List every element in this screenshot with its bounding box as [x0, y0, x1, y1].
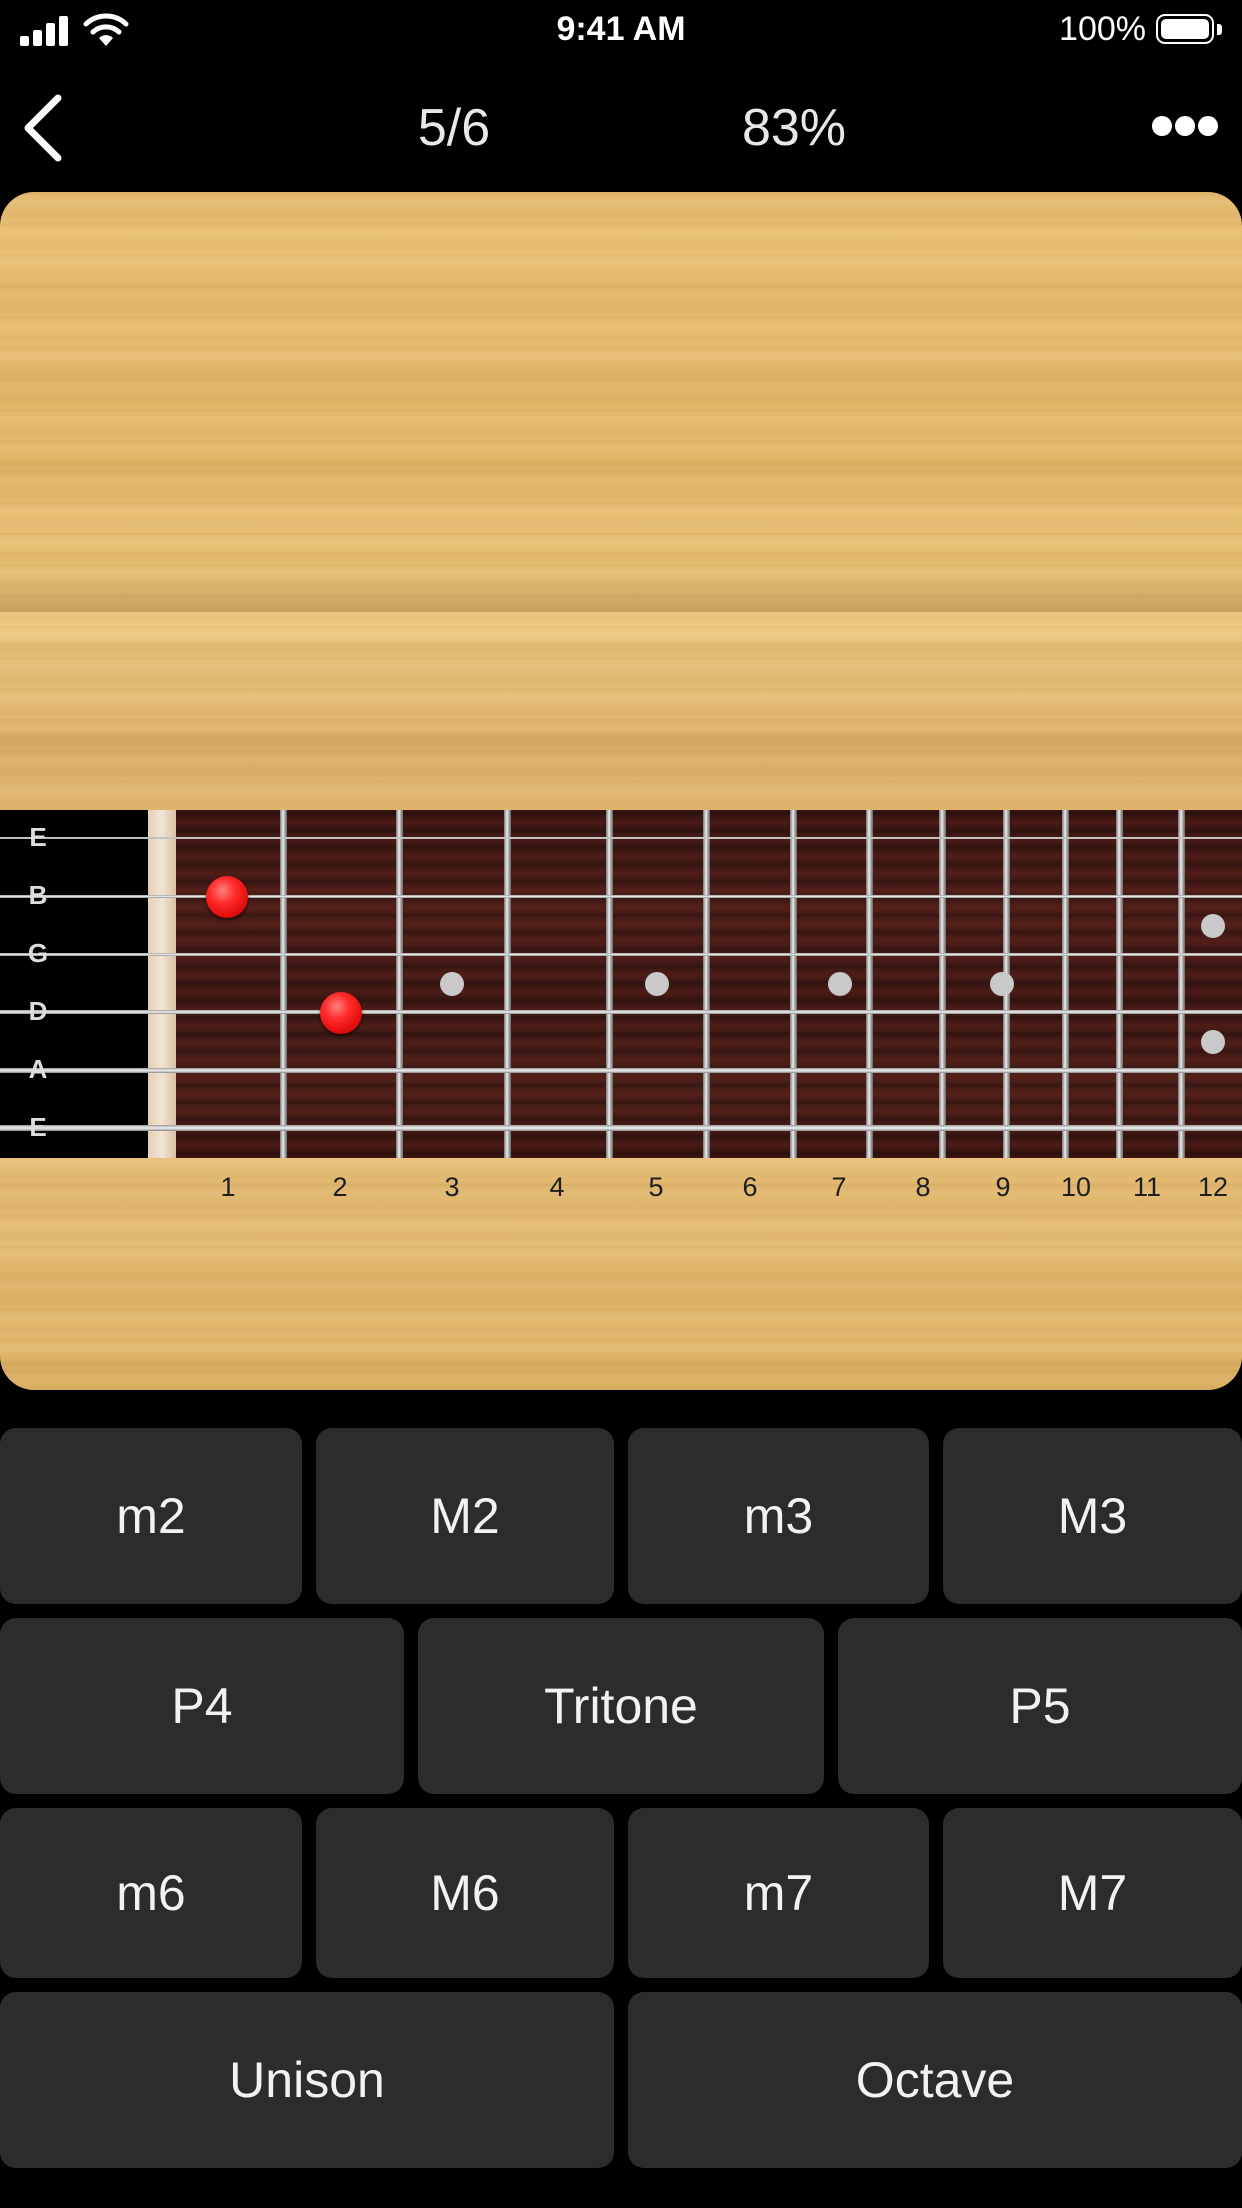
fret-wire — [504, 810, 511, 1158]
answer-button-P5[interactable]: P5 — [838, 1618, 1242, 1794]
fret-number: 11 — [1132, 1172, 1162, 1202]
battery-icon — [1156, 14, 1222, 46]
string-label: E — [29, 1112, 47, 1142]
status-time: 9:41 AM — [556, 10, 686, 48]
string-label: G — [27, 938, 49, 968]
guitar-string — [0, 894, 1242, 898]
guitar-string — [0, 1067, 1242, 1073]
fret-inlay-dot — [440, 972, 464, 996]
guitar-string — [0, 1125, 1242, 1131]
fret-wire — [606, 810, 613, 1158]
fret-number: 1 — [220, 1172, 236, 1202]
fret-number: 7 — [831, 1172, 847, 1202]
fret-inlay-dot — [1201, 914, 1225, 938]
navigation-bar: 5/6 83% — [0, 62, 1242, 192]
fretboard: EBGDAE — [0, 810, 1242, 1158]
fret-number: 6 — [742, 1172, 758, 1202]
fret-wire — [280, 810, 287, 1158]
fret-wire — [396, 810, 403, 1158]
score-percentage: 83% — [741, 99, 847, 157]
answer-button-M3[interactable]: M3 — [943, 1428, 1242, 1604]
guitar-string — [0, 952, 1242, 956]
answer-button-M6[interactable]: M6 — [316, 1808, 614, 1978]
fret-inlay-dot — [828, 972, 852, 996]
fret-number: 10 — [1060, 1172, 1092, 1202]
guitar-board: EBGDAE 1 2 3 4 5 6 7 8 9 10 11 12 — [0, 192, 1242, 1390]
fret-wire — [1178, 810, 1185, 1158]
answer-button-M7[interactable]: M7 — [943, 1808, 1242, 1978]
more-options-icon[interactable] — [1150, 112, 1220, 142]
guitar-string — [0, 837, 1242, 839]
answer-button-tritone[interactable]: Tritone — [418, 1618, 824, 1794]
note-marker-b-string-fret-1 — [206, 876, 248, 918]
string-label: D — [28, 996, 48, 1026]
note-marker-d-string-fret-2 — [320, 992, 362, 1034]
fret-wire — [790, 810, 797, 1158]
answer-button-m6[interactable]: m6 — [0, 1808, 302, 1978]
fret-wire — [703, 810, 710, 1158]
fret-number: 12 — [1197, 1172, 1229, 1202]
nut — [148, 810, 176, 1158]
answer-button-P4[interactable]: P4 — [0, 1618, 404, 1794]
answer-button-m2[interactable]: m2 — [0, 1428, 302, 1604]
answer-button-unison[interactable]: Unison — [0, 1992, 614, 2168]
fret-number: 2 — [332, 1172, 348, 1202]
fret-number: 4 — [549, 1172, 565, 1202]
question-progress: 5/6 — [417, 99, 491, 157]
fret-inlay-dot — [990, 972, 1014, 996]
fret-inlay-dot — [1201, 1030, 1225, 1054]
fret-number: 8 — [915, 1172, 931, 1202]
string-label: A — [28, 1054, 48, 1084]
answer-button-m3[interactable]: m3 — [628, 1428, 929, 1604]
battery-percentage: 100% — [1059, 10, 1146, 48]
fret-wire — [1062, 810, 1069, 1158]
fret-inlay-dot — [645, 972, 669, 996]
back-chevron-icon[interactable] — [14, 90, 74, 166]
fret-number: 3 — [444, 1172, 460, 1202]
answer-button-M2[interactable]: M2 — [316, 1428, 614, 1604]
string-label: E — [29, 822, 47, 852]
string-label: B — [28, 880, 48, 910]
fret-wire — [939, 810, 946, 1158]
fret-number: 5 — [648, 1172, 664, 1202]
fret-number: 9 — [995, 1172, 1011, 1202]
fret-wire — [1116, 810, 1123, 1158]
fret-wire — [866, 810, 873, 1158]
guitar-string — [0, 1010, 1242, 1014]
status-bar: 9:41 AM 100% — [0, 0, 1242, 62]
answer-button-m7[interactable]: m7 — [628, 1808, 929, 1978]
answer-button-octave[interactable]: Octave — [628, 1992, 1242, 2168]
